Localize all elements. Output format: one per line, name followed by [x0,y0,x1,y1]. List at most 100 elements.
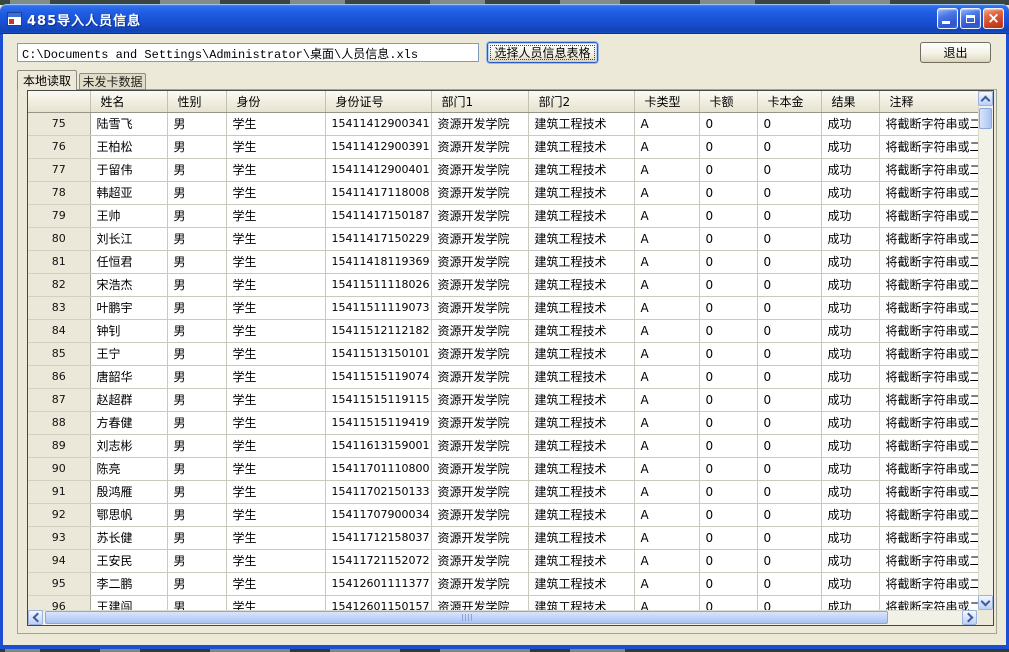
table-cell[interactable]: 0 [757,549,821,572]
table-cell[interactable]: A [634,296,699,319]
table-cell[interactable]: 建筑工程技术 [528,503,634,526]
table-cell[interactable]: 男 [167,204,226,227]
horizontal-scrollbar[interactable] [28,610,978,625]
table-cell[interactable]: 15411513150101 [325,342,431,365]
table-cell[interactable]: 15411707900034 [325,503,431,526]
table-cell[interactable]: 将截断字符串或二.. [879,434,978,457]
table-cell[interactable]: 15411418119369 [325,250,431,273]
table-cell[interactable]: 成功 [821,273,879,296]
table-cell[interactable]: 陆雪飞 [90,112,167,135]
table-cell[interactable]: 15411412900401 [325,158,431,181]
table-cell[interactable]: 学生 [226,526,325,549]
table-cell[interactable]: 成功 [821,549,879,572]
table-cell[interactable]: 建筑工程技术 [528,572,634,595]
table-cell[interactable]: 将截断字符串或二.. [879,388,978,411]
table-cell[interactable]: 成功 [821,227,879,250]
table-cell[interactable]: 学生 [226,158,325,181]
vertical-scroll-thumb[interactable] [979,108,992,129]
table-cell[interactable]: 将截断字符串或二.. [879,227,978,250]
table-cell[interactable]: 钟钊 [90,319,167,342]
table-cell[interactable]: 叶鹏宇 [90,296,167,319]
table-cell[interactable]: 将截断字符串或二.. [879,181,978,204]
table-cell[interactable]: 资源开发学院 [431,480,528,503]
table-cell[interactable]: 建筑工程技术 [528,135,634,158]
title-bar[interactable]: 485导入人员信息 × [0,4,1009,34]
table-cell[interactable]: 0 [699,411,757,434]
table-cell[interactable]: 赵超群 [90,388,167,411]
table-cell[interactable]: 0 [699,388,757,411]
table-cell[interactable]: 0 [757,342,821,365]
table-cell[interactable]: 15411417150187 [325,204,431,227]
table-cell[interactable]: A [634,549,699,572]
table-cell[interactable]: 15411417118008 [325,181,431,204]
table-cell[interactable]: 学生 [226,549,325,572]
table-cell[interactable]: 成功 [821,181,879,204]
table-cell[interactable]: 15411417150229 [325,227,431,250]
table-cell[interactable]: 将截断字符串或二.. [879,342,978,365]
table-cell[interactable]: 15411702150133 [325,480,431,503]
table-cell[interactable]: 将截断字符串或二.. [879,250,978,273]
table-cell[interactable]: 王建闯 [90,595,167,610]
table-cell[interactable]: 15411412900341 [325,112,431,135]
file-path-input[interactable] [17,43,479,62]
table-cell[interactable]: 资源开发学院 [431,296,528,319]
row-header[interactable]: 89 [28,434,90,457]
tab-uncarded-data[interactable]: 未发卡数据 [79,73,146,90]
table-cell[interactable]: 资源开发学院 [431,503,528,526]
table-cell[interactable]: 建筑工程技术 [528,342,634,365]
maximize-button[interactable] [960,8,981,29]
table-cell[interactable]: 15411515119115 [325,388,431,411]
table-cell[interactable]: 学生 [226,250,325,273]
table-cell[interactable]: 男 [167,411,226,434]
table-cell[interactable]: 男 [167,434,226,457]
table-cell[interactable]: 将截断字符串或二.. [879,158,978,181]
table-cell[interactable]: 男 [167,388,226,411]
table-cell[interactable]: 学生 [226,411,325,434]
table-cell[interactable]: 0 [699,135,757,158]
table-cell[interactable]: 男 [167,480,226,503]
table-cell[interactable]: 建筑工程技术 [528,319,634,342]
table-cell[interactable]: 0 [757,273,821,296]
table-cell[interactable]: 成功 [821,250,879,273]
table-cell[interactable]: 资源开发学院 [431,526,528,549]
table-cell[interactable]: A [634,411,699,434]
table-cell[interactable]: 0 [699,181,757,204]
table-cell[interactable]: 王柏松 [90,135,167,158]
table-cell[interactable]: 15412601150157 [325,595,431,610]
table-cell[interactable]: 男 [167,503,226,526]
table-cell[interactable]: 15411701110800 [325,457,431,480]
table-cell[interactable]: 建筑工程技术 [528,296,634,319]
table-cell[interactable]: 0 [757,365,821,388]
table-cell[interactable]: A [634,135,699,158]
table-cell[interactable]: 0 [757,112,821,135]
table-cell[interactable]: 资源开发学院 [431,549,528,572]
table-cell[interactable]: 0 [757,503,821,526]
table-cell[interactable]: 建筑工程技术 [528,526,634,549]
table-cell[interactable]: A [634,480,699,503]
row-header[interactable]: 80 [28,227,90,250]
row-header[interactable]: 86 [28,365,90,388]
table-cell[interactable]: 韩超亚 [90,181,167,204]
exit-button[interactable]: 退出 [920,42,991,63]
table-cell[interactable]: 成功 [821,503,879,526]
table-cell[interactable]: 学生 [226,112,325,135]
table-cell[interactable]: A [634,181,699,204]
table-cell[interactable]: 将截断字符串或二.. [879,480,978,503]
table-cell[interactable]: 0 [699,595,757,610]
table-cell[interactable]: 成功 [821,342,879,365]
table-cell[interactable]: 唐韶华 [90,365,167,388]
table-cell[interactable]: 0 [757,480,821,503]
table-cell[interactable]: 15411512112182 [325,319,431,342]
table-cell[interactable]: 将截断字符串或二.. [879,457,978,480]
table-cell[interactable]: 将截断字符串或二.. [879,503,978,526]
table-cell[interactable]: 学生 [226,457,325,480]
table-cell[interactable]: 0 [757,411,821,434]
table-cell[interactable]: 建筑工程技术 [528,411,634,434]
table-cell[interactable]: 学生 [226,388,325,411]
table-cell[interactable]: 0 [699,342,757,365]
row-header[interactable]: 83 [28,296,90,319]
scroll-up-button[interactable] [978,91,993,106]
table-cell[interactable]: 0 [757,158,821,181]
horizontal-scroll-thumb[interactable] [45,611,888,624]
table-cell[interactable]: 成功 [821,411,879,434]
